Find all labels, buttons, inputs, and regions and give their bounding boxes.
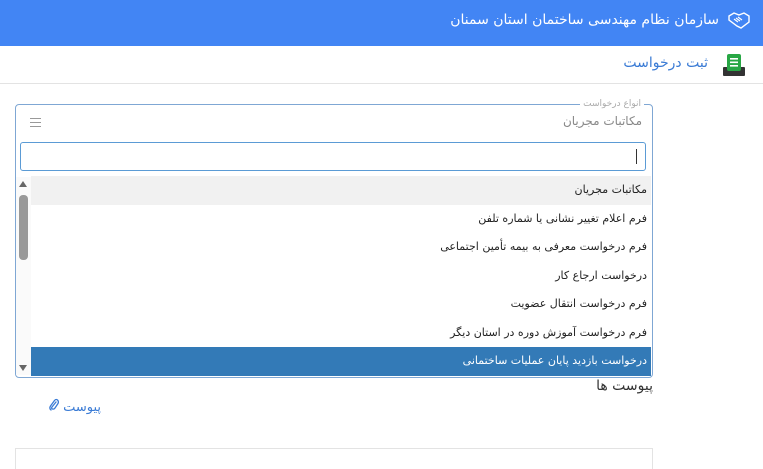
- request-type-legend: انواع درخواست: [580, 98, 644, 110]
- search-input[interactable]: [20, 142, 646, 171]
- scroll-up-arrow-icon[interactable]: [19, 181, 27, 187]
- option-item-highlighted[interactable]: درخواست بازدید پایان عملیات ساختمانی: [31, 347, 651, 376]
- option-item[interactable]: فرم درخواست معرفی به بیمه تأمین اجتماعی: [31, 233, 651, 262]
- bottom-panel: [15, 448, 653, 469]
- option-item[interactable]: مکاتبات مجریان: [31, 176, 651, 205]
- handshake-icon[interactable]: [728, 10, 750, 30]
- paperclip-icon: [49, 398, 60, 411]
- option-item[interactable]: درخواست ارجاع کار: [31, 262, 651, 291]
- attachment-link-label: پیوست: [63, 400, 102, 415]
- document-icon: [723, 54, 745, 76]
- app-title[interactable]: سازمان نظام مهندسی ساختمان استان سمنان: [450, 11, 719, 29]
- scrollbar-thumb[interactable]: [19, 195, 28, 260]
- hamburger-icon[interactable]: [30, 118, 41, 127]
- top-navbar: سازمان نظام مهندسی ساختمان استان سمنان: [0, 0, 763, 46]
- attachments-heading: پیوست ها: [596, 378, 653, 394]
- scroll-down-arrow-icon[interactable]: [19, 365, 27, 371]
- text-cursor: [636, 149, 637, 164]
- option-item[interactable]: فرم درخواست آموزش دوره در استان دیگر: [31, 319, 651, 348]
- dropdown-scrollbar[interactable]: [16, 177, 31, 375]
- page-title: ثبت درخواست: [623, 55, 708, 71]
- request-type-selected[interactable]: مکاتبات مجریان: [563, 114, 642, 128]
- add-attachment-link[interactable]: پیوست: [45, 398, 101, 415]
- page-header: ثبت درخواست: [0, 46, 763, 84]
- option-item[interactable]: فرم درخواست انتقال عضویت: [31, 290, 651, 319]
- request-type-options: مکاتبات مجریان فرم اعلام تغییر نشانی یا …: [31, 176, 651, 376]
- option-item[interactable]: فرم اعلام تغییر نشانی یا شماره تلفن: [31, 205, 651, 234]
- request-type-select[interactable]: انواع درخواست مکاتبات مجریان مکاتبات مجر…: [15, 98, 653, 378]
